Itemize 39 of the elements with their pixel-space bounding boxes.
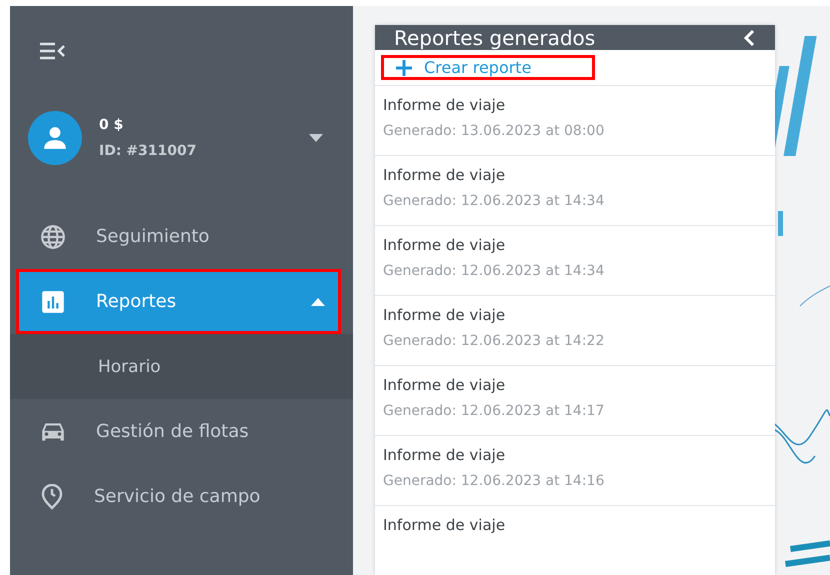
nav-label: Gestión de flotas xyxy=(96,421,250,442)
report-name: Informe de viaje xyxy=(383,306,506,324)
nav-item[interactable]: Seguimiento xyxy=(10,204,353,269)
generated-date: Generado: 12.06.2023 at 14:22 xyxy=(383,333,606,349)
report-row[interactable]: Informe de viaje Generado: 12.06.2023 at 14:17 xyxy=(375,365,775,435)
generated-date: Generado: 13.06.2023 at 08:00 xyxy=(383,123,606,139)
report-name: Informe de viaje xyxy=(383,516,506,534)
plus-icon xyxy=(396,60,412,76)
report-name: Informe de viaje xyxy=(383,96,506,114)
generated-date: Generado: 12.06.2023 at 14:16 xyxy=(383,473,606,489)
avatar xyxy=(28,111,82,165)
report-row[interactable]: Informe de viaje Generado: 12.06.2023 at 14:34 xyxy=(375,155,775,225)
report-name: Informe de viaje xyxy=(383,446,506,464)
nav-item[interactable]: Gestión de flotas xyxy=(10,399,353,464)
report-row[interactable]: Informe de viaje Generado: 12.06.2023 at 14:16 xyxy=(375,435,775,505)
caret-up-icon[interactable] xyxy=(311,298,325,306)
nav-label: Servicio de campo xyxy=(94,486,262,507)
report-row[interactable]: Informe de viaje Generado: 12.06.2023 at 14:22 xyxy=(375,295,775,365)
generated-date: Generado: 12.06.2023 at 14:17 xyxy=(383,403,606,419)
back-button[interactable] xyxy=(743,28,755,46)
submenu-item[interactable]: Horario xyxy=(10,334,353,399)
generated-date: Generado: 12.06.2023 at 14:34 xyxy=(383,193,606,209)
report-name: Informe de viaje xyxy=(383,166,506,184)
report-row[interactable]: Informe de viaje xyxy=(375,505,775,575)
nav-label: Reportes xyxy=(96,291,178,312)
balance-text: 0 $ xyxy=(99,117,124,133)
nav-item[interactable]: Servicio de campo xyxy=(10,464,353,529)
clock-pin-icon xyxy=(40,484,64,510)
user-id-text: ID: #311007 xyxy=(99,143,198,159)
generated-date: Generado: 12.06.2023 at 14:34 xyxy=(383,263,606,279)
globe-icon xyxy=(40,224,66,250)
dropdown-caret-icon[interactable] xyxy=(309,134,323,142)
nav-label: Seguimiento xyxy=(96,226,210,247)
report-row[interactable]: Informe de viaje Generado: 12.06.2023 at 14:34 xyxy=(375,225,775,295)
panel-title: Reportes generados xyxy=(394,26,596,50)
report-row[interactable]: Informe de viaje Generado: 13.06.2023 at 08:00 xyxy=(375,85,775,155)
bar-chart-icon xyxy=(40,288,66,314)
report-name: Informe de viaje xyxy=(383,236,506,254)
report-name: Informe de viaje xyxy=(383,376,506,394)
